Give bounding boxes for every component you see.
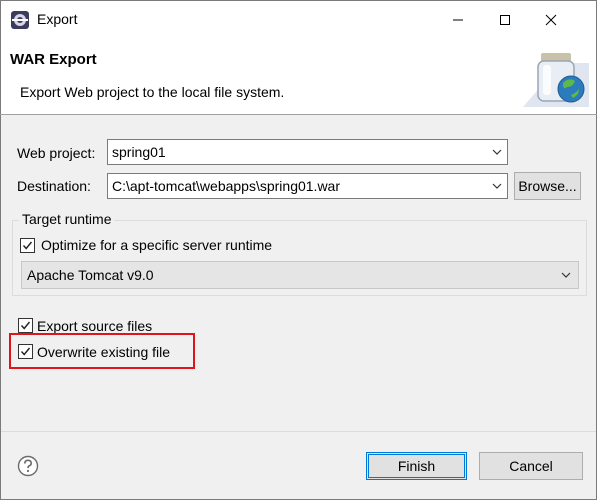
cancel-button[interactable]: Cancel [479,452,583,480]
help-icon[interactable] [17,455,39,477]
export-source-label[interactable]: Export source files [37,318,152,334]
maximize-button[interactable] [482,1,528,38]
wizard-banner: WAR Export Export Web project to the loc… [0,38,597,114]
web-project-label: Web project: [17,145,96,161]
button-bar-divider [1,431,596,432]
optimize-checkbox[interactable] [20,238,35,253]
target-runtime-group: Target runtime Optimize for a specific s… [12,211,587,296]
title-bar: Export [0,0,597,38]
chevron-down-icon [492,183,502,189]
page-description: Export Web project to the local file sys… [20,84,285,100]
checkmark-icon [22,241,33,250]
target-runtime-legend: Target runtime [19,211,115,227]
destination-label: Destination: [17,178,91,194]
page-title: WAR Export [10,51,97,68]
war-export-icon [521,43,591,109]
close-button[interactable] [528,1,574,38]
checkmark-icon [20,321,31,330]
destination-combo[interactable]: C:\apt-tomcat\webapps\spring01.war [107,173,508,199]
web-project-combo[interactable]: spring01 [107,139,508,165]
window-title: Export [37,11,78,27]
destination-value: C:\apt-tomcat\webapps\spring01.war [112,178,340,194]
optimize-label[interactable]: Optimize for a specific server runtime [41,237,272,253]
export-source-checkbox[interactable] [18,318,33,333]
eclipse-app-icon [10,10,30,30]
finish-button[interactable]: Finish [366,452,467,480]
wizard-content: Web project: spring01 Destination: C:\ap… [0,115,597,500]
browse-button[interactable]: Browse... [514,172,581,200]
highlight-box [9,333,195,369]
web-project-value: spring01 [112,144,166,160]
minimize-button[interactable] [435,1,481,38]
server-runtime-value: Apache Tomcat v9.0 [27,267,154,283]
server-runtime-combo[interactable]: Apache Tomcat v9.0 [21,261,579,289]
chevron-down-icon [492,149,502,155]
chevron-down-icon [561,272,571,278]
